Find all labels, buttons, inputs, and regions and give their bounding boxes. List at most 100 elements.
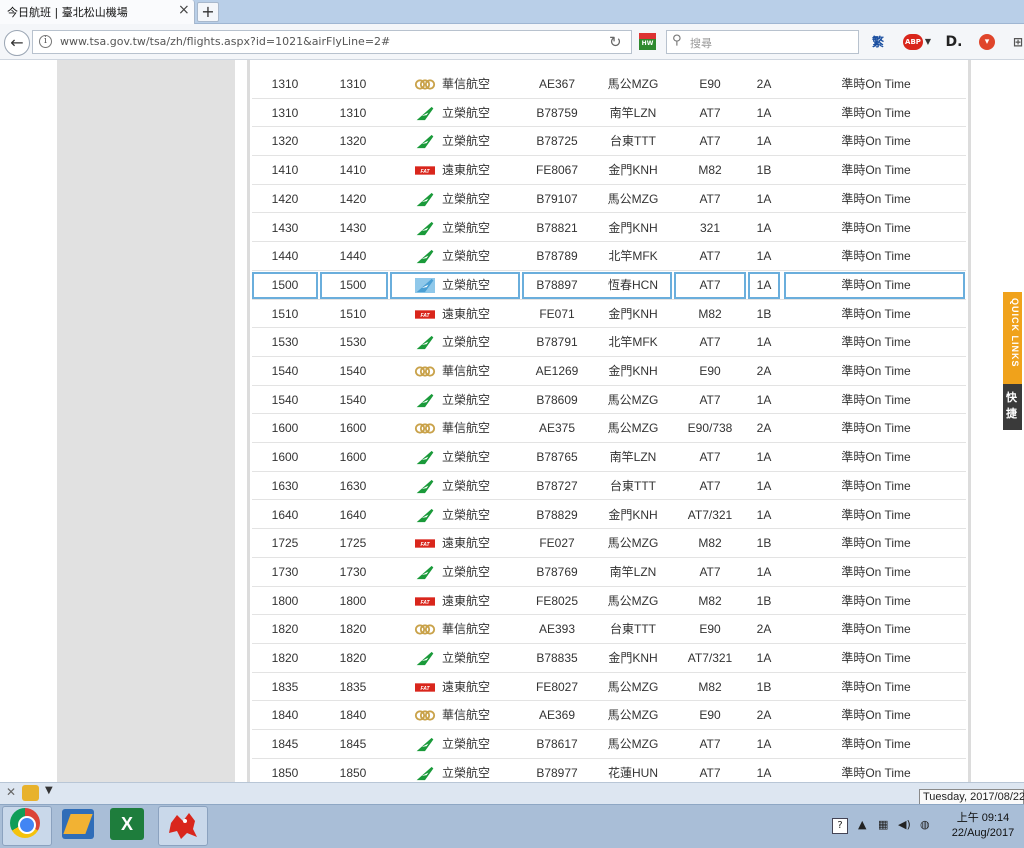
- network-icon[interactable]: ▦: [878, 818, 888, 831]
- tray-app-icon[interactable]: ◍: [920, 818, 930, 831]
- airline-logo-icon: [416, 479, 434, 493]
- adblock-icon[interactable]: ABP: [903, 34, 923, 50]
- selection-outline: [252, 271, 318, 299]
- flight-row[interactable]: 1600 1600 AE375 馬公MZG E90/738 2A 準時On Time 華信航空: [252, 414, 966, 444]
- taskbar: [0, 804, 1024, 848]
- flight-row[interactable]: 1630 1630 B78727 台東TTT AT7 1A 準時On Time 立榮航空: [252, 472, 966, 501]
- app-icon: [62, 809, 94, 839]
- airline-logo-icon: [416, 737, 434, 752]
- flight-terminal-cell: 1A: [756, 478, 772, 493]
- pocket-icon[interactable]: ▾: [979, 34, 995, 50]
- traditional-chinese-icon[interactable]: 繁: [870, 33, 886, 51]
- flight-row[interactable]: 1640 1640 B78829 金門KNH AT7/321 1A 準時On Time 立榮航…: [252, 501, 966, 530]
- flight-aircraft-cell: AT7: [699, 450, 721, 465]
- flight-row[interactable]: 1430 1430 B78821 金門KNH 321 1A 準時On Time 立榮航空: [252, 214, 966, 243]
- flight-actual-cell: 1820: [339, 622, 367, 637]
- clock-time[interactable]: 上午 09:14: [950, 809, 1016, 825]
- info-icon[interactable]: i: [39, 35, 52, 48]
- back-button[interactable]: ←: [4, 30, 30, 56]
- flight-row[interactable]: 1510 1510 FE071 金門KNH M82 1B 準時On Time FAT 遠東航空: [252, 300, 966, 329]
- url-text[interactable]: www.tsa.gov.tw/tsa/zh/flights.aspx?id=10…: [60, 35, 390, 48]
- flight-row[interactable]: 1540 1540 AE1269 金門KNH E90 2A 準時On Time 華信航空: [252, 357, 966, 386]
- flight-sched-cell: 1530: [271, 335, 299, 350]
- flight-row[interactable]: 1310 1310 B78759 南竿LZN AT7 1A 準時On Time 立榮航空: [252, 99, 966, 128]
- flight-row[interactable]: 1820 1820 B78835 金門KNH AT7/321 1A 準時On Time 立榮航…: [252, 644, 966, 673]
- airline-logo-icon: [416, 393, 434, 407]
- flight-row[interactable]: 1845 1845 B78617 馬公MZG AT7 1A 準時On Time 立榮航空: [252, 730, 966, 759]
- flight-dest-cell: 馬公MZG: [607, 708, 659, 723]
- flight-row[interactable]: 1730 1730 B78769 南竿LZN AT7 1A 準時On Time 立榮航空: [252, 558, 966, 587]
- flight-status-cell: 準時On Time: [841, 622, 911, 637]
- flight-row[interactable]: 1820 1820 AE393 台東TTT E90 2A 準時On Time 華信航空: [252, 615, 966, 644]
- flight-row[interactable]: 1320 1320 B78725 台東TTT AT7 1A 準時On Time 立榮航空: [252, 127, 966, 157]
- airline-name: 遠東航空: [442, 536, 491, 551]
- browser-tab[interactable]: 今日航班 | 臺北松山機場 ×: [0, 0, 195, 24]
- flight-sched-cell: 1410: [271, 163, 299, 178]
- flight-aircraft-cell: E90: [699, 622, 721, 637]
- flight-row[interactable]: 1420 1420 B79107 馬公MZG AT7 1A 準時On Time 立榮航空: [252, 185, 966, 214]
- menu-icon[interactable]: ⊞: [1012, 33, 1024, 51]
- flight-row[interactable]: 1800 1800 FE8025 馬公MZG M82 1B 準時On Time FAT 遠東航空: [252, 587, 966, 616]
- flight-status-cell: 準時On Time: [841, 335, 911, 350]
- address-bar[interactable]: i www.tsa.gov.tw/tsa/zh/flights.aspx?id=…: [32, 30, 632, 54]
- flight-row[interactable]: 1410 1410 FE8067 金門KNH M82 1B 準時On Time FAT 遠東航空: [252, 156, 966, 185]
- flight-row[interactable]: 1600 1600 B78765 南竿LZN AT7 1A 準時On Time 立榮航空: [252, 443, 966, 472]
- flight-terminal-cell: 2A: [756, 421, 772, 436]
- quick-links-tab[interactable]: QUICK LINKS: [1003, 292, 1022, 384]
- airline-name: 立榮航空: [442, 249, 491, 264]
- flight-row[interactable]: 1835 1835 FE8027 馬公MZG M82 1B 準時On Time FAT 遠東航空: [252, 673, 966, 702]
- hw-extension-icon[interactable]: HW: [639, 33, 656, 50]
- airline-logo-icon: [416, 565, 434, 580]
- flight-row[interactable]: 1310 1310 AE367 馬公MZG E90 2A 準時On Time 華信航空: [252, 70, 966, 99]
- flight-row[interactable]: 1840 1840 AE369 馬公MZG E90 2A 準時On Time 華信航空: [252, 701, 966, 731]
- addon-face-icon[interactable]: [22, 785, 39, 801]
- flight-row[interactable]: 1530 1530 B78791 北竿MFK AT7 1A 準時On Time 立榮航空: [252, 328, 966, 357]
- flight-actual-cell: 1800: [339, 593, 367, 608]
- flight-row[interactable]: 1440 1440 B78789 北竿MFK AT7 1A 準時On Time 立榮航空: [252, 242, 966, 271]
- selection-outline: [390, 271, 520, 299]
- flight-row[interactable]: 1850 1850 B78977 花蓮HUN AT7 1A 準時On Time 立榮航空: [252, 759, 966, 782]
- flight-aircraft-cell: AT7: [699, 765, 721, 780]
- volume-icon[interactable]: ◀): [898, 818, 911, 831]
- flight-row[interactable]: 1540 1540 B78609 馬公MZG AT7 1A 準時On Time 立榮航空: [252, 386, 966, 415]
- airline-logo-icon: FAT: [415, 166, 435, 175]
- left-gutter: [57, 60, 235, 782]
- flight-dest-cell: 金門KNH: [608, 364, 658, 378]
- flight-flight-cell: B78821: [536, 220, 578, 235]
- airline-logo-icon: [414, 366, 436, 377]
- flight-terminal-cell: 1A: [756, 450, 772, 465]
- flight-actual-cell: 1310: [339, 77, 367, 91]
- flight-actual-cell: 1600: [339, 421, 367, 436]
- flight-terminal-cell: 2A: [756, 77, 772, 91]
- flight-dest-cell: 南竿LZN: [609, 564, 657, 579]
- flight-terminal-cell: 1A: [756, 564, 772, 579]
- dropdown-arrow-icon[interactable]: ▼: [45, 785, 53, 796]
- airline-logo-icon: [416, 651, 434, 666]
- close-icon[interactable]: ×: [178, 2, 190, 18]
- flight-row[interactable]: 1500 1500 B78897 恆春HCN AT7 1A 準時On Time 立榮航空: [252, 271, 966, 300]
- flight-aircraft-cell: AT7: [699, 737, 721, 752]
- flight-flight-cell: B78727: [536, 478, 578, 493]
- clock-date[interactable]: 22/Aug/2017: [946, 827, 1020, 839]
- flight-actual-cell: 1530: [339, 335, 367, 350]
- flight-row[interactable]: 1725 1725 FE027 馬公MZG M82 1B 準時On Time FAT 遠東航空: [252, 529, 966, 558]
- airline-logo-icon: [416, 336, 434, 350]
- flight-status-cell: 準時On Time: [841, 392, 911, 407]
- ime-icon[interactable]: ?: [832, 818, 848, 834]
- selection-outline: [320, 271, 388, 299]
- reload-icon[interactable]: ↻: [609, 33, 622, 51]
- new-tab-button[interactable]: +: [197, 2, 219, 22]
- flight-actual-cell: 1540: [339, 392, 367, 407]
- close-icon[interactable]: ✕: [6, 785, 16, 799]
- search-box[interactable]: ⚲ 搜尋: [666, 30, 859, 54]
- quick-links-sub-tab[interactable]: 快捷: [1003, 384, 1022, 430]
- flight-actual-cell: 1630: [339, 478, 367, 493]
- flight-airline-cell: 立榮航空: [390, 644, 520, 672]
- flight-aircraft-cell: E90/738: [687, 421, 733, 436]
- flight-actual-cell: 1850: [339, 765, 367, 780]
- flight-dest-cell: 北竿MFK: [608, 335, 658, 350]
- d-extension-icon[interactable]: D.: [945, 33, 963, 51]
- tray-expand-icon[interactable]: ▲: [858, 818, 866, 831]
- adblock-dropdown-icon[interactable]: ▼: [924, 33, 932, 51]
- flight-sched-cell: 1510: [271, 306, 299, 321]
